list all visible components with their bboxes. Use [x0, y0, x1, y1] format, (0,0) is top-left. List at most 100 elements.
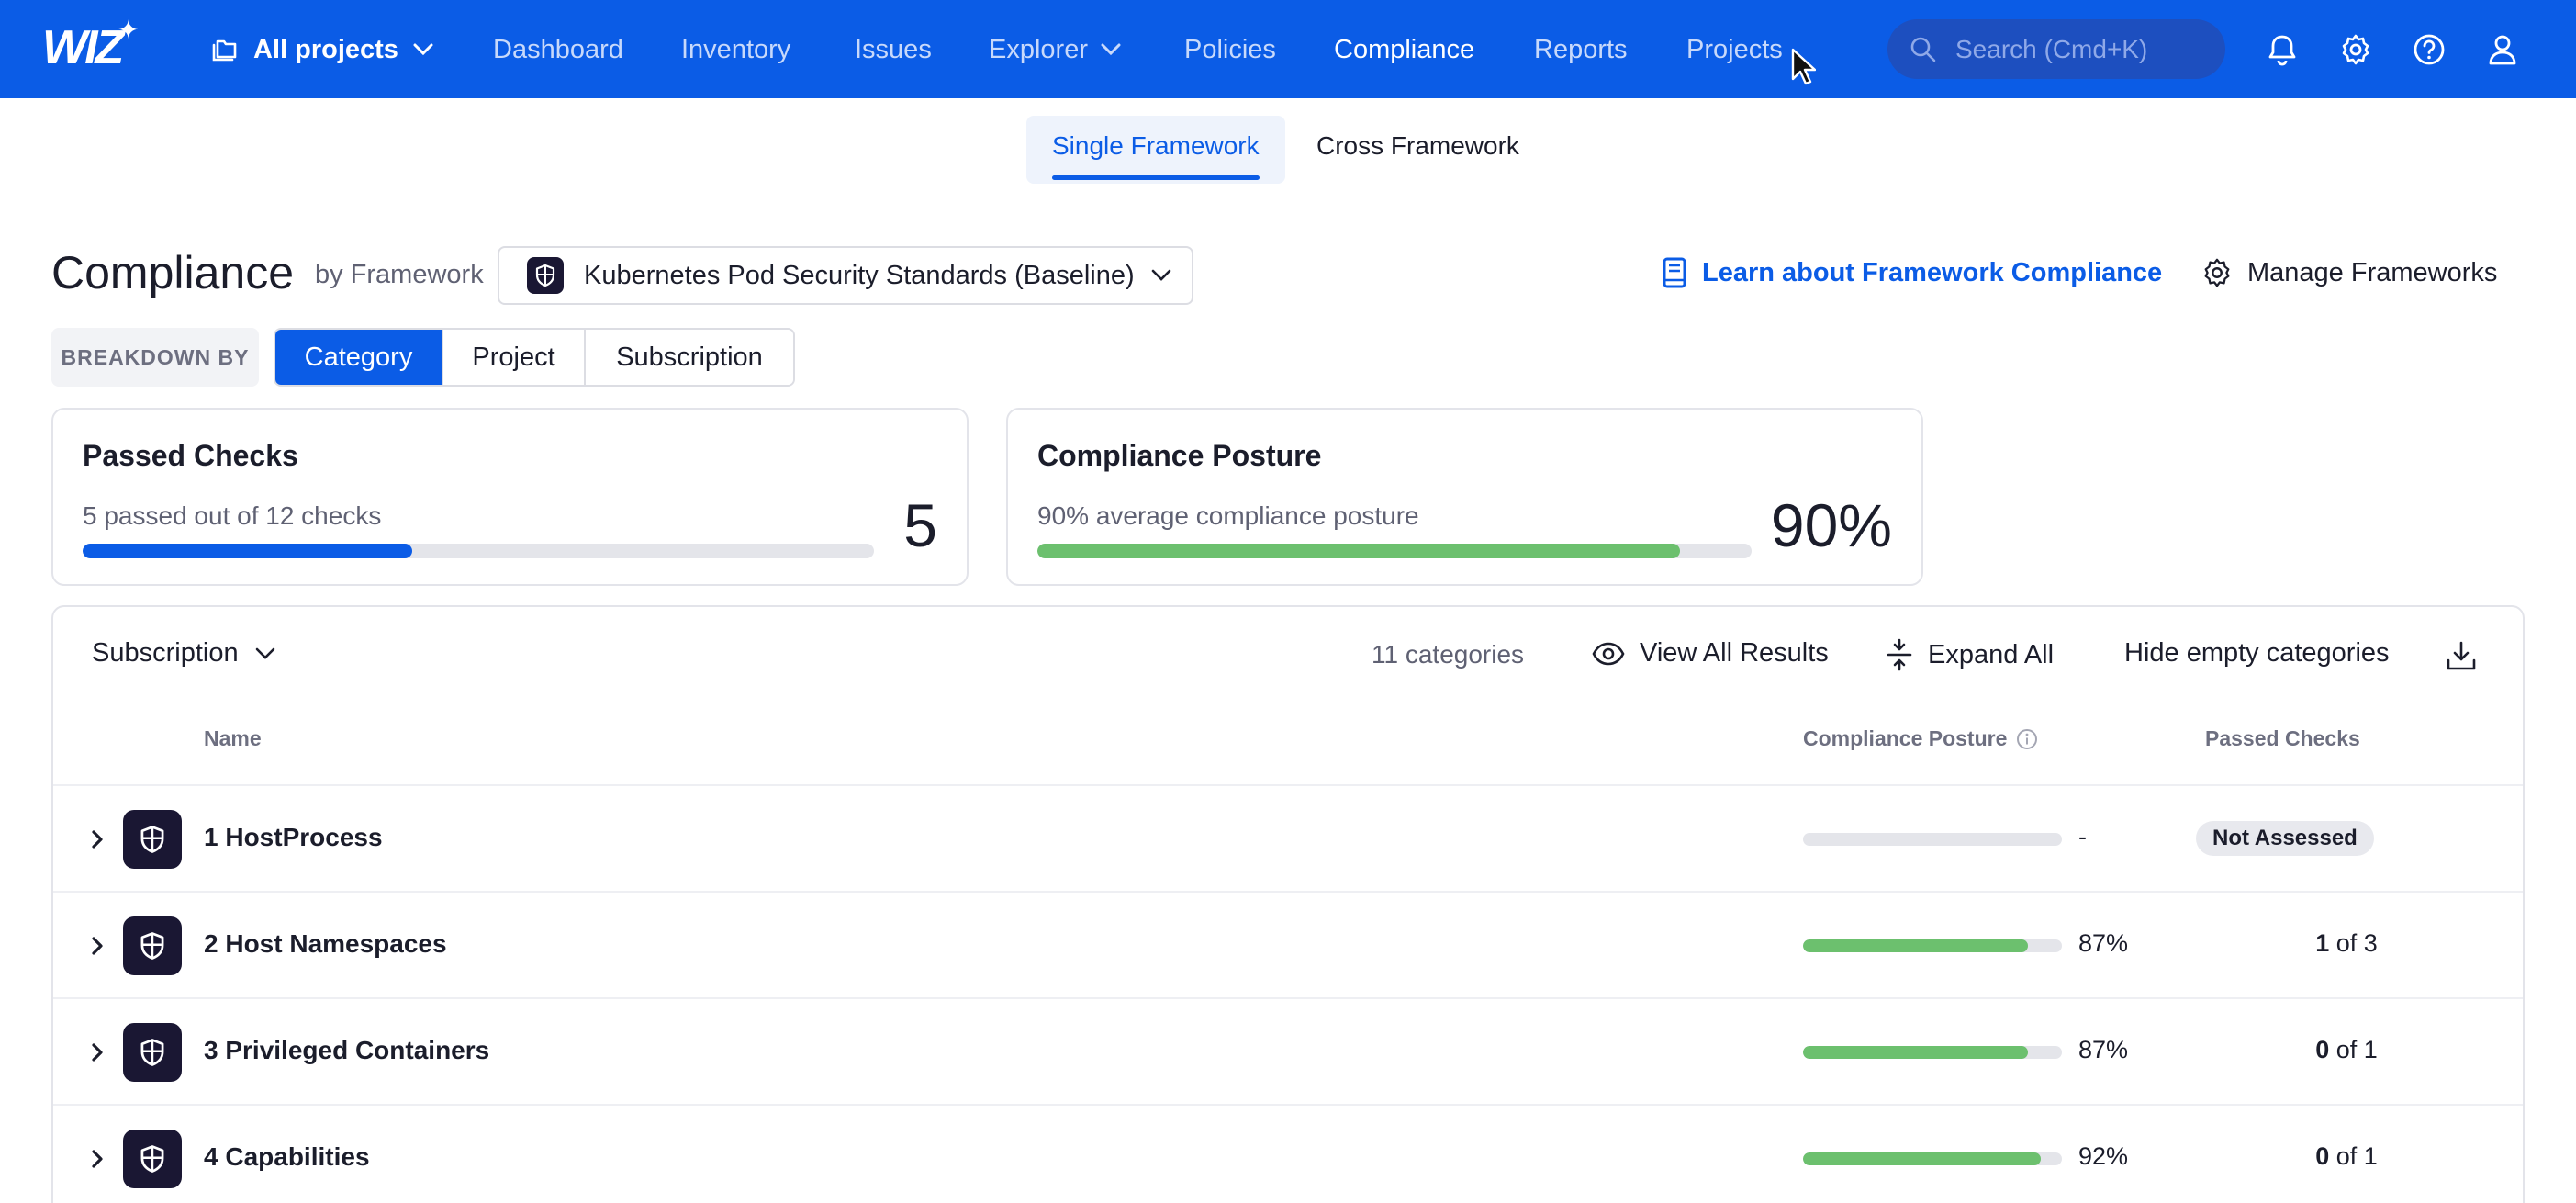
nav-policies[interactable]: Policies	[1184, 26, 1276, 73]
global-search[interactable]	[1887, 19, 2225, 79]
download-icon[interactable]	[2446, 640, 2492, 671]
nav-compliance[interactable]: Compliance	[1334, 26, 1474, 73]
wiz-logo[interactable]: WIZ ✦	[42, 16, 140, 75]
passed-checks-cell: 0 of 1	[2257, 1142, 2436, 1171]
categories-count: 11 categories	[1372, 640, 1525, 669]
learn-framework-compliance-link[interactable]: Learn about Framework Compliance	[1662, 257, 2162, 288]
column-header-compliance-posture[interactable]: Compliance Posture	[1803, 726, 2038, 751]
nav-reports[interactable]: Reports	[1534, 26, 1628, 73]
shield-icon	[123, 1130, 182, 1188]
card-title: Compliance Posture	[1037, 439, 1322, 472]
total-count: of 1	[2329, 1142, 2378, 1170]
eye-icon	[1592, 642, 1625, 665]
chevron-right-icon[interactable]	[81, 1142, 114, 1175]
passed-checks-value: 5	[903, 491, 937, 559]
progress-fill	[1803, 939, 2029, 952]
breakdown-project-button[interactable]: Project	[443, 330, 586, 385]
nav-projects[interactable]: Projects	[1686, 26, 1783, 73]
passed-count: 0	[2315, 1142, 2330, 1170]
sparkle-icon: ✦	[118, 16, 140, 44]
page-title: Compliance	[51, 247, 295, 298]
breakdown-subscription-button[interactable]: Subscription	[586, 330, 793, 385]
table-row[interactable]: 3 Privileged Containers 87% 0 of 1	[53, 997, 2523, 1104]
progress-fill	[83, 544, 413, 558]
shield-icon	[123, 810, 182, 869]
posture-value: 87%	[2078, 929, 2129, 957]
view-all-results-button[interactable]: View All Results	[1592, 638, 1829, 669]
table-row[interactable]: 2 Host Namespaces 87% 1 of 3	[53, 891, 2523, 997]
bell-icon[interactable]	[2264, 31, 2301, 68]
column-header-name[interactable]: Name	[204, 726, 262, 751]
card-subtitle: 90% average compliance posture	[1037, 501, 1419, 530]
nav-explorer[interactable]: Explorer	[989, 26, 1121, 73]
group-by-dropdown[interactable]: Subscription	[92, 638, 275, 669]
hide-empty-categories-toggle[interactable]: Hide empty categories	[2124, 638, 2390, 669]
progress-fill	[1037, 544, 1681, 558]
chevron-down-icon	[413, 43, 433, 56]
nav-dashboard[interactable]: Dashboard	[493, 26, 623, 73]
passed-count: 1	[2315, 929, 2330, 957]
passed-count: 0	[2315, 1036, 2330, 1063]
total-count: of 1	[2329, 1036, 2378, 1063]
category-name[interactable]: 2 Host Namespaces	[204, 929, 447, 959]
chevron-right-icon[interactable]	[81, 1036, 114, 1069]
breakdown-category-button[interactable]: Category	[275, 330, 443, 385]
status-badge: Not Assessed	[2196, 821, 2374, 856]
category-name[interactable]: 3 Privileged Containers	[204, 1036, 489, 1065]
gear-icon	[2204, 258, 2230, 287]
framework-selector[interactable]: Kubernetes Pod Security Standards (Basel…	[498, 246, 1193, 305]
expand-icon	[1887, 638, 1912, 671]
help-icon[interactable]	[2411, 31, 2447, 68]
card-title: Passed Checks	[83, 439, 298, 472]
total-count: of 3	[2329, 929, 2378, 957]
tab-single-framework[interactable]: Single Framework	[1026, 116, 1285, 184]
breakdown-label: BREAKDOWN BY	[51, 328, 259, 387]
posture-value: 92%	[2078, 1142, 2129, 1170]
breakdown-segmented-control: Category Project Subscription	[274, 328, 795, 387]
posture-progress-bar	[1803, 833, 2062, 846]
progress-fill	[1803, 1152, 2042, 1165]
search-icon	[1910, 37, 1936, 62]
column-header-passed-checks[interactable]: Passed Checks	[2205, 726, 2360, 751]
manage-frameworks-button[interactable]: Manage Frameworks	[2201, 257, 2497, 288]
posture-progress-bar	[1803, 1152, 2062, 1165]
shield-icon	[123, 916, 182, 975]
passed-checks-progress-bar	[83, 544, 874, 558]
book-icon	[1663, 257, 1686, 288]
compliance-posture-progress-bar	[1037, 544, 1752, 558]
progress-fill	[1803, 1046, 2029, 1059]
posture-progress-bar	[1803, 939, 2062, 952]
categories-table-panel: Subscription 11 categories View All Resu…	[51, 605, 2525, 1203]
category-name[interactable]: 4 Capabilities	[204, 1142, 370, 1172]
posture-value: -	[2078, 823, 2087, 850]
card-subtitle: 5 passed out of 12 checks	[83, 501, 382, 530]
expand-all-button[interactable]: Expand All	[1886, 638, 2054, 671]
passed-checks-cell: 0 of 1	[2257, 1036, 2436, 1064]
nav-inventory[interactable]: Inventory	[681, 26, 790, 73]
chevron-down-icon	[255, 647, 274, 659]
project-selector[interactable]: All projects	[211, 26, 448, 73]
table-row[interactable]: 1 HostProcess - Not Assessed	[53, 784, 2523, 891]
nav-issues[interactable]: Issues	[855, 26, 932, 73]
posture-value: 87%	[2078, 1036, 2129, 1063]
category-name[interactable]: 1 HostProcess	[204, 823, 383, 852]
info-icon[interactable]	[2016, 728, 2038, 750]
chevron-right-icon[interactable]	[81, 823, 114, 856]
project-selector-label: All projects	[253, 34, 398, 64]
passed-checks-card: Passed Checks 5 passed out of 12 checks …	[51, 408, 969, 586]
shield-icon	[123, 1023, 182, 1082]
mouse-cursor-icon	[1791, 48, 1816, 85]
gear-icon[interactable]	[2337, 31, 2374, 68]
framework-selector-label: Kubernetes Pod Security Standards (Basel…	[584, 260, 1135, 290]
by-framework-label: by Framework	[315, 260, 484, 289]
user-icon[interactable]	[2484, 31, 2521, 68]
search-input[interactable]	[1955, 34, 2194, 64]
tab-cross-framework[interactable]: Cross Framework	[1291, 116, 1545, 184]
chevron-right-icon[interactable]	[81, 929, 114, 962]
table-row[interactable]: 4 Capabilities 92% 0 of 1	[53, 1104, 2523, 1203]
chevron-down-icon	[1101, 43, 1121, 56]
chevron-down-icon	[1151, 269, 1170, 281]
posture-progress-bar	[1803, 1046, 2062, 1059]
shield-icon	[527, 257, 564, 294]
compliance-posture-card: Compliance Posture 90% average complianc…	[1006, 408, 1923, 586]
